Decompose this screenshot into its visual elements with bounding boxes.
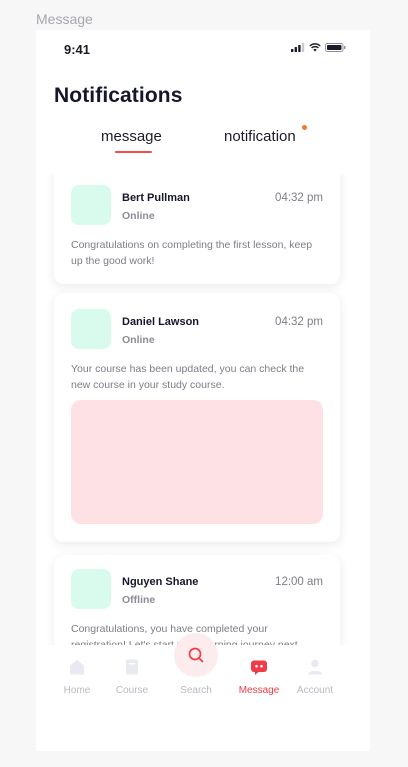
nav-course[interactable]: Course [103, 647, 161, 707]
message-text: Your course has been updated, you can ch… [71, 363, 305, 391]
message-text: Congratulations on completing the first … [71, 239, 313, 267]
user-icon [308, 659, 322, 675]
nav-home[interactable]: Home [48, 647, 106, 707]
phone-screen: 9:41 Notifications message notification [36, 30, 370, 751]
tab-notification[interactable]: notification [224, 128, 296, 145]
sender-name: Bert Pullman [122, 192, 190, 204]
battery-icon [325, 43, 346, 52]
message-card[interactable]: Nguyen Shane Offline 12:00 am Congratula… [54, 555, 340, 645]
nav-message-label: Message [238, 685, 280, 696]
signal-icon [291, 43, 305, 52]
status-time: 9:41 [64, 42, 91, 57]
message-card[interactable]: Bert Pullman Online 04:32 pm Congratulat… [54, 175, 340, 284]
message-time: 12:00 am [275, 576, 323, 588]
nav-search-label: Search [180, 685, 212, 696]
message-list[interactable]: Bert Pullman Online 04:32 pm Congratulat… [36, 175, 370, 645]
chat-icon [251, 660, 267, 675]
status-bar: 9:41 [36, 30, 370, 70]
tab-message[interactable]: message [101, 128, 162, 145]
frame-label: Message [36, 11, 93, 27]
nav-message[interactable]: Message [230, 647, 288, 707]
unread-dot [302, 125, 307, 130]
sender-status: Offline [122, 594, 156, 606]
sender-name: Nguyen Shane [122, 576, 199, 588]
status-icons [291, 43, 346, 52]
message-time: 04:32 pm [275, 192, 323, 204]
nav-course-label: Course [115, 685, 149, 696]
message-media[interactable] [71, 400, 323, 524]
active-tab-indicator [115, 151, 152, 153]
message-time: 04:32 pm [275, 316, 323, 328]
book-icon [126, 659, 138, 675]
search-icon [188, 647, 204, 663]
search-button[interactable] [174, 633, 218, 677]
nav-account-label: Account [296, 685, 334, 696]
sender-status: Online [122, 334, 155, 346]
avatar [71, 185, 111, 225]
nav-home-label: Home [63, 685, 91, 696]
avatar [71, 569, 111, 609]
nav-account[interactable]: Account [286, 647, 344, 707]
wifi-icon [309, 43, 321, 52]
message-card[interactable]: Daniel Lawson Online 04:32 pm Your cours… [54, 293, 340, 542]
sender-name: Daniel Lawson [122, 316, 200, 328]
page-title: Notifications [54, 84, 183, 107]
sender-status: Online [122, 210, 155, 222]
home-icon [70, 660, 84, 675]
avatar [71, 309, 111, 349]
